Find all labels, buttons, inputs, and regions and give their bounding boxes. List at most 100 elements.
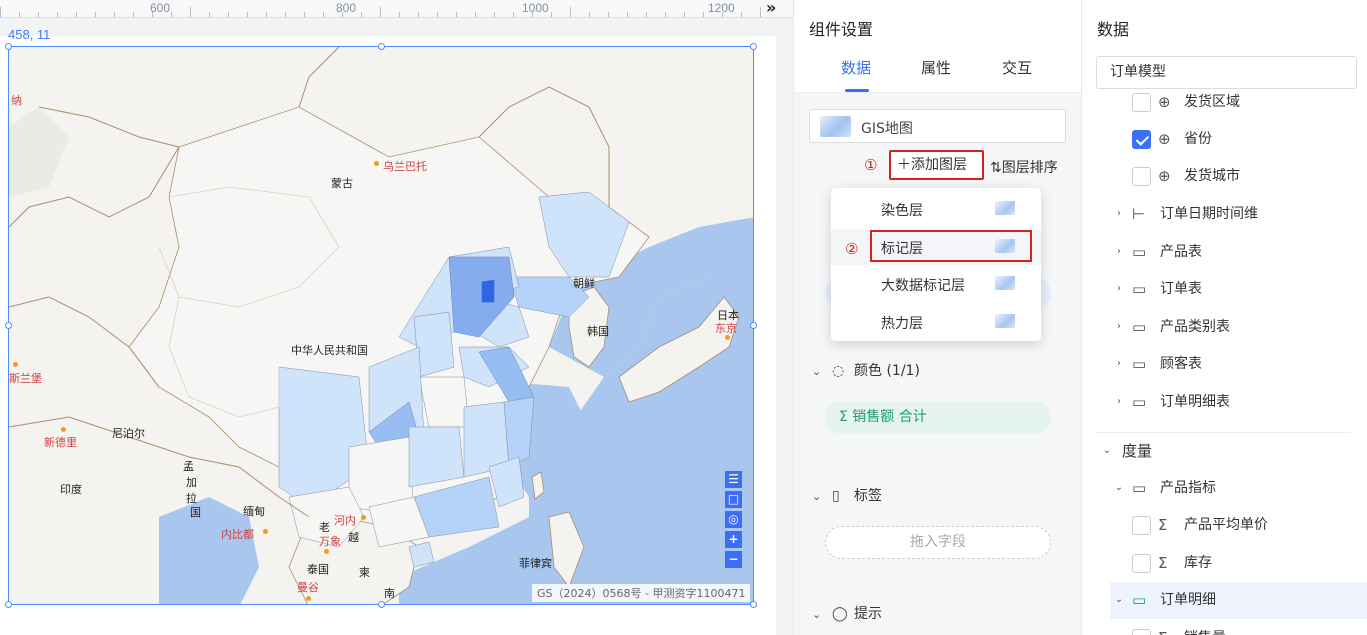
chevron-down-icon: ⌄ bbox=[812, 365, 822, 378]
checkbox[interactable] bbox=[1132, 93, 1151, 112]
capital-marker-icon bbox=[324, 549, 329, 554]
resize-handle[interactable] bbox=[750, 43, 757, 50]
add-layer-button[interactable]: ＋添加图层 bbox=[889, 150, 984, 180]
layer-sort-button[interactable]: ⇅图层排序 bbox=[990, 157, 1058, 177]
folder-row[interactable]: › ▭ 订单明细表 bbox=[1112, 384, 1362, 420]
step-marker-2: ② bbox=[845, 240, 859, 258]
folder-row[interactable]: ⌄ ▭ 产品指标 bbox=[1112, 470, 1362, 506]
folder-row[interactable]: › ▭ 顾客表 bbox=[1112, 346, 1362, 382]
chevron-right-icon: › bbox=[1117, 321, 1121, 332]
capital-marker-icon bbox=[263, 529, 268, 534]
folder-row-selected[interactable]: ⌄ ▭ 订单明细 bbox=[1112, 582, 1362, 618]
resize-handle[interactable] bbox=[378, 43, 385, 50]
resize-handle[interactable] bbox=[750, 601, 757, 608]
checkbox[interactable] bbox=[1132, 516, 1151, 535]
map-country-label: 尼泊尔 bbox=[112, 427, 145, 440]
field-row[interactable]: Σ 产品平均单价 bbox=[1132, 507, 1362, 543]
step-marker-1: ① bbox=[864, 156, 878, 174]
field-row[interactable]: Σ 库存 bbox=[1132, 545, 1362, 581]
resize-handle[interactable] bbox=[378, 601, 385, 608]
zoom-out-icon[interactable]: − bbox=[725, 551, 742, 568]
menu-item-label: 热力层 bbox=[881, 316, 923, 332]
ruler-tick bbox=[133, 12, 134, 17]
double-chevron-right-icon[interactable]: » bbox=[766, 0, 776, 17]
ruler-tick bbox=[228, 12, 229, 17]
ruler-tick bbox=[456, 12, 457, 17]
chevron-down-icon: ⌄ bbox=[1114, 594, 1124, 605]
folder-row[interactable]: › ▭ 订单表 bbox=[1112, 271, 1362, 307]
ruler-tick bbox=[570, 7, 571, 17]
section-label[interactable]: ⌄ ▯ 标签 bbox=[812, 485, 882, 505]
ruler-tick bbox=[95, 12, 96, 17]
checkbox[interactable] bbox=[1132, 167, 1151, 186]
checkbox[interactable] bbox=[1132, 554, 1151, 573]
province-hunan bbox=[408, 426, 465, 488]
locate-icon[interactable]: ◎ bbox=[725, 511, 742, 528]
ruler-tick bbox=[361, 12, 362, 17]
resize-handle[interactable] bbox=[5, 601, 12, 608]
gis-map-select[interactable]: GIS地图 bbox=[809, 109, 1066, 143]
tab-data[interactable]: 数据 bbox=[841, 57, 871, 78]
capital-marker-icon bbox=[61, 427, 66, 432]
folder-icon: ▭ bbox=[1132, 243, 1147, 261]
app-window: 600 800 1000 1200 » 458, 11 蒙古 乌兰巴托 中华人民… bbox=[0, 0, 1367, 635]
map-city-label: 斯兰堡 bbox=[9, 372, 42, 385]
ruler-tick bbox=[665, 12, 666, 17]
chevron-down-icon: ⌄ bbox=[812, 608, 822, 621]
checkbox-checked[interactable] bbox=[1132, 130, 1151, 149]
menu-item-heatmap[interactable]: 热力层 bbox=[831, 304, 1041, 340]
ruler-tick bbox=[494, 12, 495, 17]
folder-icon: ▭ bbox=[1132, 318, 1147, 336]
menu-item-choropleth[interactable]: 染色层 bbox=[831, 191, 1041, 227]
ruler-tick bbox=[722, 12, 723, 17]
list-icon[interactable]: ☰ bbox=[725, 471, 742, 488]
globe-icon: ⊕ bbox=[1158, 130, 1171, 148]
resize-handle[interactable] bbox=[5, 43, 12, 50]
field-row[interactable]: ⊕ 发货城市 bbox=[1132, 158, 1362, 194]
measure-header[interactable]: ⌄ 度量 bbox=[1100, 433, 1350, 469]
color-field-chip[interactable]: Σ 销售额 合计 bbox=[825, 401, 1051, 434]
layer-thumbnail-icon bbox=[995, 276, 1015, 290]
hierarchy-icon: ⊢ bbox=[1132, 205, 1146, 223]
field-row[interactable]: Σ 销售量 bbox=[1132, 620, 1362, 635]
field-row[interactable]: ⊕ 发货区域 bbox=[1132, 84, 1362, 120]
section-color[interactable]: ⌄ ◌ 颜色 (1/1) bbox=[812, 360, 920, 380]
ruler-tick bbox=[760, 7, 761, 17]
ruler-tick bbox=[684, 12, 685, 17]
folder-icon: ▭ bbox=[1132, 280, 1147, 298]
tab-properties[interactable]: 属性 bbox=[921, 57, 951, 78]
folder-icon: ▭ bbox=[1132, 355, 1147, 373]
field-label: 省份 bbox=[1184, 131, 1212, 147]
field-drop-zone[interactable]: 拖入字段 bbox=[825, 526, 1051, 559]
zoom-in-icon[interactable]: + bbox=[725, 531, 742, 548]
folder-row[interactable]: › ▭ 产品表 bbox=[1112, 234, 1362, 270]
fullscreen-icon[interactable]: □ bbox=[725, 491, 742, 508]
ruler-tick bbox=[589, 12, 590, 17]
checkbox[interactable] bbox=[1132, 629, 1151, 635]
sigma-icon: Σ bbox=[1158, 516, 1168, 534]
map-country-label: 缅甸 bbox=[243, 505, 265, 518]
map-country-label: 朝鲜 bbox=[573, 277, 595, 290]
data-panel: 数据 订单模型 ⊕ 发货区域 ⊕ 省份 ⊕ 发货城市 › ⊢ 订单日期时间维 ›… bbox=[1081, 0, 1367, 635]
tab-interaction[interactable]: 交互 bbox=[1002, 57, 1032, 78]
menu-item-big-data-marker[interactable]: 大数据标记层 bbox=[831, 266, 1041, 302]
panel-title: 数据 bbox=[1097, 20, 1130, 39]
gis-map-component[interactable]: 蒙古 乌兰巴托 中华人民共和国 朝鲜 韩国 日本 东京 尼泊尔 新德里 孟 加 … bbox=[8, 46, 754, 605]
ruler-tick bbox=[152, 12, 153, 17]
ruler-tick bbox=[171, 12, 172, 17]
province-beijing bbox=[481, 279, 495, 303]
ruler-tick bbox=[76, 12, 77, 17]
ruler-tick bbox=[190, 7, 191, 17]
ruler-label: 800 bbox=[336, 1, 357, 15]
folder-row[interactable]: › ⊢ 订单日期时间维 bbox=[1112, 196, 1362, 232]
section-tooltip[interactable]: ⌄ ◯ 提示 bbox=[812, 603, 882, 623]
ruler-tick bbox=[399, 12, 400, 17]
resize-handle[interactable] bbox=[5, 322, 12, 329]
ruler-tick bbox=[418, 12, 419, 17]
design-canvas[interactable]: 600 800 1000 1200 » 458, 11 蒙古 乌兰巴托 中华人民… bbox=[0, 0, 793, 635]
capital-marker-icon bbox=[725, 335, 730, 340]
folder-row[interactable]: › ▭ 产品类别表 bbox=[1112, 309, 1362, 345]
field-label: 发货区域 bbox=[1184, 94, 1240, 110]
field-row[interactable]: ⊕ 省份 bbox=[1132, 121, 1362, 157]
resize-handle[interactable] bbox=[750, 322, 757, 329]
